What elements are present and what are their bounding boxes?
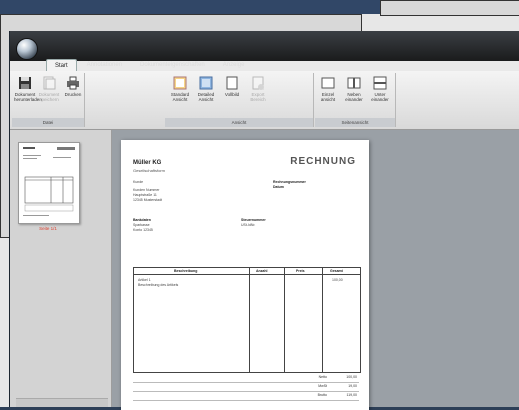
table-header-row [134,268,360,275]
tab-annotationen[interactable]: Annotationen [79,59,130,71]
save-icon [19,77,31,89]
totals-row: Netto 100,00 [133,374,359,383]
thumbnail-caption: Seite 1/1 [39,226,57,231]
detail-view-icon [199,76,213,90]
column-divider [284,268,285,372]
group-label-datei: Datei [12,118,84,127]
page-copy-icon [43,76,56,90]
download-document-label: Dokument herunterladen [14,92,42,102]
thumbnail-preview [23,147,75,216]
tab-anzeige[interactable]: Anzeige [215,59,253,71]
invoice-date-label: Datum [273,185,284,189]
download-document-button[interactable]: Dokument herunterladen [14,76,42,102]
detail-view-label: Detailed Ansicht [197,92,215,102]
address-line-2: Hauptstraße 11 [133,193,157,197]
invoice-title: RECHNUNG [290,156,356,167]
print-label: Drucken [64,92,82,97]
two-page-icon [347,77,361,89]
tab-start[interactable]: Start [46,59,77,71]
fullscreen-label: Vollbild [224,92,240,97]
tax-number-label: Steuernummer [241,218,266,222]
fullscreen-button[interactable]: Vollbild [221,76,243,97]
page-view-icon [173,76,187,90]
totals-value: 119,00 [346,393,357,397]
single-page-button[interactable]: Einzel ansicht [317,76,339,102]
column-divider [249,268,250,372]
pdf-viewer-window: Start Annotationen Dokumenteigenschaften… [9,31,519,410]
group-label-seitenansicht: Seitenansicht [315,118,395,127]
totals-value: 100,00 [346,375,357,379]
document-area: Müller KG Gesellschaftsform RECHNUNG Kun… [112,130,519,410]
save-document-label: Dokument speichern [38,92,60,102]
totals-row: MwSt 19,00 [133,383,359,392]
line-item-total: 100,00 [332,278,343,282]
fullscreen-icon [226,76,238,90]
save-document-button[interactable]: Dokument speichern [38,76,60,102]
totals-label: Brutto [317,393,327,397]
totals-value: 19,00 [348,384,357,388]
background-panel-right [380,0,519,16]
stacked-pages-button[interactable]: Unter einander [369,76,391,102]
stacked-pages-label: Unter einander [371,92,389,102]
address-line-1: Kunden Nummer [133,188,160,192]
export-area-label: Export Bereich [250,92,266,102]
column-divider [322,268,323,372]
header-description: Beschreibung [174,269,198,273]
bank-line-1: Sparkasse [133,223,150,227]
line-item-subtext: Beschreibung des Artikels [138,283,179,287]
thumbnail-scrollbar[interactable] [16,398,108,407]
export-icon [252,76,264,90]
print-icon [67,76,79,90]
invoice-page: Müller KG Gesellschaftsform RECHNUNG Kun… [121,140,369,410]
bank-line-2: Konto 12345 [133,228,153,232]
page-thumbnail[interactable] [18,142,80,224]
ribbon-tabs: Start Annotationen Dokumenteigenschaften… [46,59,252,71]
totals-label: Netto [318,375,327,379]
company-subtitle: Gesellschaftsform [133,168,166,173]
invoice-line-items-table: Beschreibung Anzahl Preis Gesamt Artikel… [133,267,361,373]
title-bar [10,31,519,61]
customer-label: Kunde [133,180,144,184]
thumbnail-pane: Seite 1/1 [10,130,112,407]
ribbon-group-page-view: Einzel ansicht Neben einander Unter eina… [315,73,396,127]
detail-view-button[interactable]: Detailed Ansicht [195,76,217,102]
bank-heading: Bankdaten [133,218,151,222]
totals-row: Brutto 119,00 [133,392,359,401]
header-price: Preis [296,269,305,273]
single-page-icon [321,77,335,89]
invoice-totals: Netto 100,00 MwSt 19,00 Brutto 119,00 [133,374,359,401]
ribbon-group-view: Standard Ansicht Detailed Ansicht Vollbi… [165,73,314,127]
ribbon-group-file: Dokument herunterladen Dokument speicher… [12,73,85,127]
ribbon-toolbar: Dokument herunterladen Dokument speicher… [10,71,519,130]
stacked-page-icon [373,76,387,90]
side-by-side-button[interactable]: Neben einander [343,76,365,102]
export-area-button[interactable]: Export Bereich [247,76,269,102]
vat-id-label: USt-IdNr. [241,223,256,227]
invoice-number-label: Rechnungsnummer [273,180,306,184]
standard-view-button[interactable]: Standard Ansicht [169,76,191,102]
address-line-3: 12345 Musterstadt [133,198,162,202]
header-quantity: Anzahl [256,269,268,273]
print-button[interactable]: Drucken [62,76,84,97]
app-menu-orb-icon[interactable] [16,38,38,60]
line-item-description: Artikel 1 [138,278,151,282]
tab-dokumenteigenschaften[interactable]: Dokumenteigenschaften [132,59,213,71]
standard-view-label: Standard Ansicht [170,92,190,102]
company-name: Müller KG [133,160,162,166]
totals-label: MwSt [318,384,327,388]
group-label-ansicht: Ansicht [165,118,313,127]
side-by-side-label: Neben einander [345,92,363,102]
single-page-label: Einzel ansicht [320,92,336,102]
header-total: Gesamt [330,269,343,273]
